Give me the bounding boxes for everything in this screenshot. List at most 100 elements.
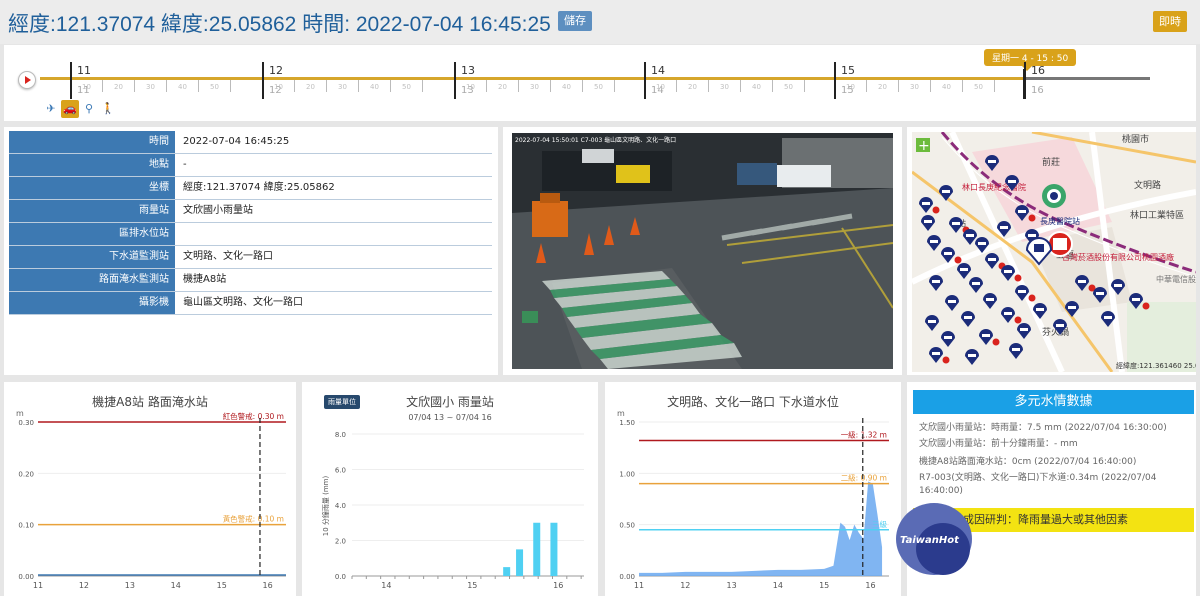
play-icon[interactable] — [18, 71, 36, 89]
x-tick-label: 12 — [79, 581, 89, 590]
timeline-track[interactable] — [40, 77, 1150, 80]
rain-bar[interactable] — [533, 522, 541, 576]
timeline-hour-label: 16 — [1031, 64, 1045, 77]
sewer-chart-panel: 文明路、文化一路口 下水道水位 m 0.00 0.50 1.00 1.50 11 12 13 1… — [605, 382, 901, 596]
rain-chart: 10 分鐘雨量 (mm) 0.0 2.0 4.0 6.0 8.0 14 15 16 — [321, 431, 584, 590]
map-alert-dot — [1014, 316, 1022, 324]
svg-text:+: + — [918, 138, 930, 154]
info-table: 時間 2022-07-04 16:45:25 地點 - 坐標 經度:121.37074 緯… — [9, 131, 492, 315]
map-alert-dot — [954, 256, 962, 264]
timeline-minute-tick — [772, 80, 773, 92]
info-row: 雨量站 文欣國小雨量站 — [9, 200, 492, 223]
map-label-cht: 中華電信股份有限公司 — [1156, 274, 1196, 284]
y-tick-label: 2.0 — [335, 538, 346, 546]
timeline-hour-tick[interactable] — [262, 62, 264, 99]
x-tick-label: 13 — [125, 581, 135, 590]
timeline-hour-tick[interactable] — [454, 62, 456, 99]
timeline-minute-label: 50 — [974, 83, 983, 91]
timeline-hour-tick[interactable] — [70, 62, 72, 99]
sewer-chart: m 0.00 0.50 1.00 1.50 11 12 13 14 15 16 一級: 1.32 m 二… — [617, 409, 889, 590]
timeline-minute-tick — [898, 80, 899, 92]
timeline-minute-tick — [294, 80, 295, 92]
x-tick-label: 13 — [726, 581, 736, 590]
save-button[interactable]: 儲存 — [558, 11, 592, 31]
timeline-panel: 星期一 4 - 15 : 50 11 11 10 20 30 40 50 12 12 10 20 30… — [4, 45, 1196, 121]
threshold-label: 三級 — [872, 519, 887, 529]
x-tick-label: 16 — [263, 581, 273, 590]
rain-chart-panel: 雨量單位 文欣國小 雨量站 07/04 13 ~ 07/04 16 10 分鐘雨… — [302, 382, 598, 596]
y-tick-label: 0.20 — [18, 470, 34, 478]
x-tick-label: 12 — [680, 581, 690, 590]
timeline-minute-label: 20 — [498, 83, 507, 91]
flood-chart-panel: 機捷A8站 路面淹水站 m 0.00 0.10 0.20 0.30 11 12 13 14 15 1… — [4, 382, 296, 596]
info-key: 路面淹水監測站 — [9, 269, 175, 291]
timeline-minute-tick — [740, 80, 741, 92]
camera-image — [512, 133, 893, 369]
info-row: 地點 - — [9, 154, 492, 177]
timeline-minute-label: 20 — [306, 83, 315, 91]
timeline-minute-label: 30 — [146, 83, 155, 91]
map-canvas[interactable]: + 前莊 桃園市 文明路 林口工業特區 五福 芬火鍋 林口長庚紀念醫院 長庚醫院… — [912, 132, 1196, 372]
rain-bar[interactable] — [503, 567, 511, 576]
timeline-minute-tick — [358, 80, 359, 92]
timeline-minute-label: 40 — [178, 83, 187, 91]
timeline-hour-label-sub: 16 — [1031, 85, 1044, 96]
car-icon[interactable]: 🚗 — [61, 100, 79, 118]
timeline-minute-tick — [708, 80, 709, 92]
plane-icon[interactable]: ✈ — [42, 100, 60, 118]
map-label-qianzhuang: 前莊 — [1042, 156, 1060, 168]
info-row: 時間 2022-07-04 16:45:25 — [9, 131, 492, 154]
timeline-minute-label: 30 — [530, 83, 539, 91]
map-alert-dot — [1142, 302, 1150, 310]
page-title: 經度:121.37074 緯度:25.05862 時間: 2022-07-04 … — [8, 13, 551, 36]
info-value: - — [183, 159, 187, 170]
map-alert-dot — [1028, 214, 1036, 222]
timeline-minute-label: 10 — [82, 83, 91, 91]
realtime-button[interactable]: 即時 — [1153, 11, 1187, 32]
timeline-minute-label: 50 — [210, 83, 219, 91]
info-key: 雨量站 — [9, 200, 175, 222]
y-axis-label: m — [617, 409, 625, 418]
map-panel[interactable]: + 前莊 桃園市 文明路 林口工業特區 五福 芬火鍋 林口長庚紀念醫院 長庚醫院… — [907, 127, 1196, 375]
x-tick-label: 15 — [467, 581, 477, 590]
rain-bar[interactable] — [550, 522, 558, 576]
timeline-minute-tick — [866, 80, 867, 92]
water-level-area — [639, 481, 883, 576]
timeline-minute-label: 30 — [720, 83, 729, 91]
timeline-minute-label: 40 — [942, 83, 951, 91]
timeline-minute-label: 20 — [878, 83, 887, 91]
timeline-hour-tick[interactable] — [1024, 62, 1026, 99]
info-row: 坐標 經度:121.37074 緯度:25.05862 — [9, 177, 492, 200]
info-row: 路面淹水監測站 機捷A8站 — [9, 269, 492, 292]
timeline-minute-tick — [390, 80, 391, 92]
map-alert-dot — [932, 206, 940, 214]
y-tick-label: 1.00 — [619, 470, 635, 478]
timeline-hour-label: 12 — [269, 64, 283, 77]
y-tick-label: 0.50 — [619, 522, 635, 530]
x-tick-label: 11 — [634, 581, 644, 590]
y-tick-label: 0.00 — [18, 573, 34, 581]
water-data-title: 多元水情數據 — [913, 390, 1194, 414]
y-tick-label: 0.0 — [335, 573, 346, 581]
info-value: 文明路、文化一路口 — [183, 251, 273, 262]
x-tick-label: 14 — [381, 581, 391, 590]
info-value: 機捷A8站 — [183, 274, 227, 285]
flood-chart: m 0.00 0.10 0.20 0.30 11 12 13 14 15 16 紅色警戒: 0.30 … — [16, 409, 286, 590]
timeline-hour-label: 13 — [461, 64, 475, 77]
timeline-minute-label: 10 — [274, 83, 283, 91]
timeline-minute-label: 20 — [114, 83, 123, 91]
bike-icon[interactable]: ⚲ — [80, 100, 98, 118]
rain-bar[interactable] — [516, 549, 524, 576]
timeline-minute-label: 50 — [784, 83, 793, 91]
y-axis-label: 10 分鐘雨量 (mm) — [321, 476, 330, 537]
y-tick-label: 1.50 — [619, 419, 635, 427]
y-tick-label: 6.0 — [335, 467, 346, 475]
camera-panel: 2022-07-04 15:50:01 C7-003 龜山區文明路、文化一路口 — [503, 127, 902, 375]
info-key: 坐標 — [9, 177, 175, 199]
timeline-hour-tick[interactable] — [644, 62, 646, 99]
x-tick-label: 14 — [773, 581, 783, 590]
timeline-minute-label: 20 — [688, 83, 697, 91]
map-label-tobacco: 台灣菸酒股份有限公司桃園酒廠 — [1062, 252, 1174, 262]
timeline-hour-tick[interactable] — [834, 62, 836, 99]
walk-icon[interactable]: 🚶 — [99, 100, 117, 118]
